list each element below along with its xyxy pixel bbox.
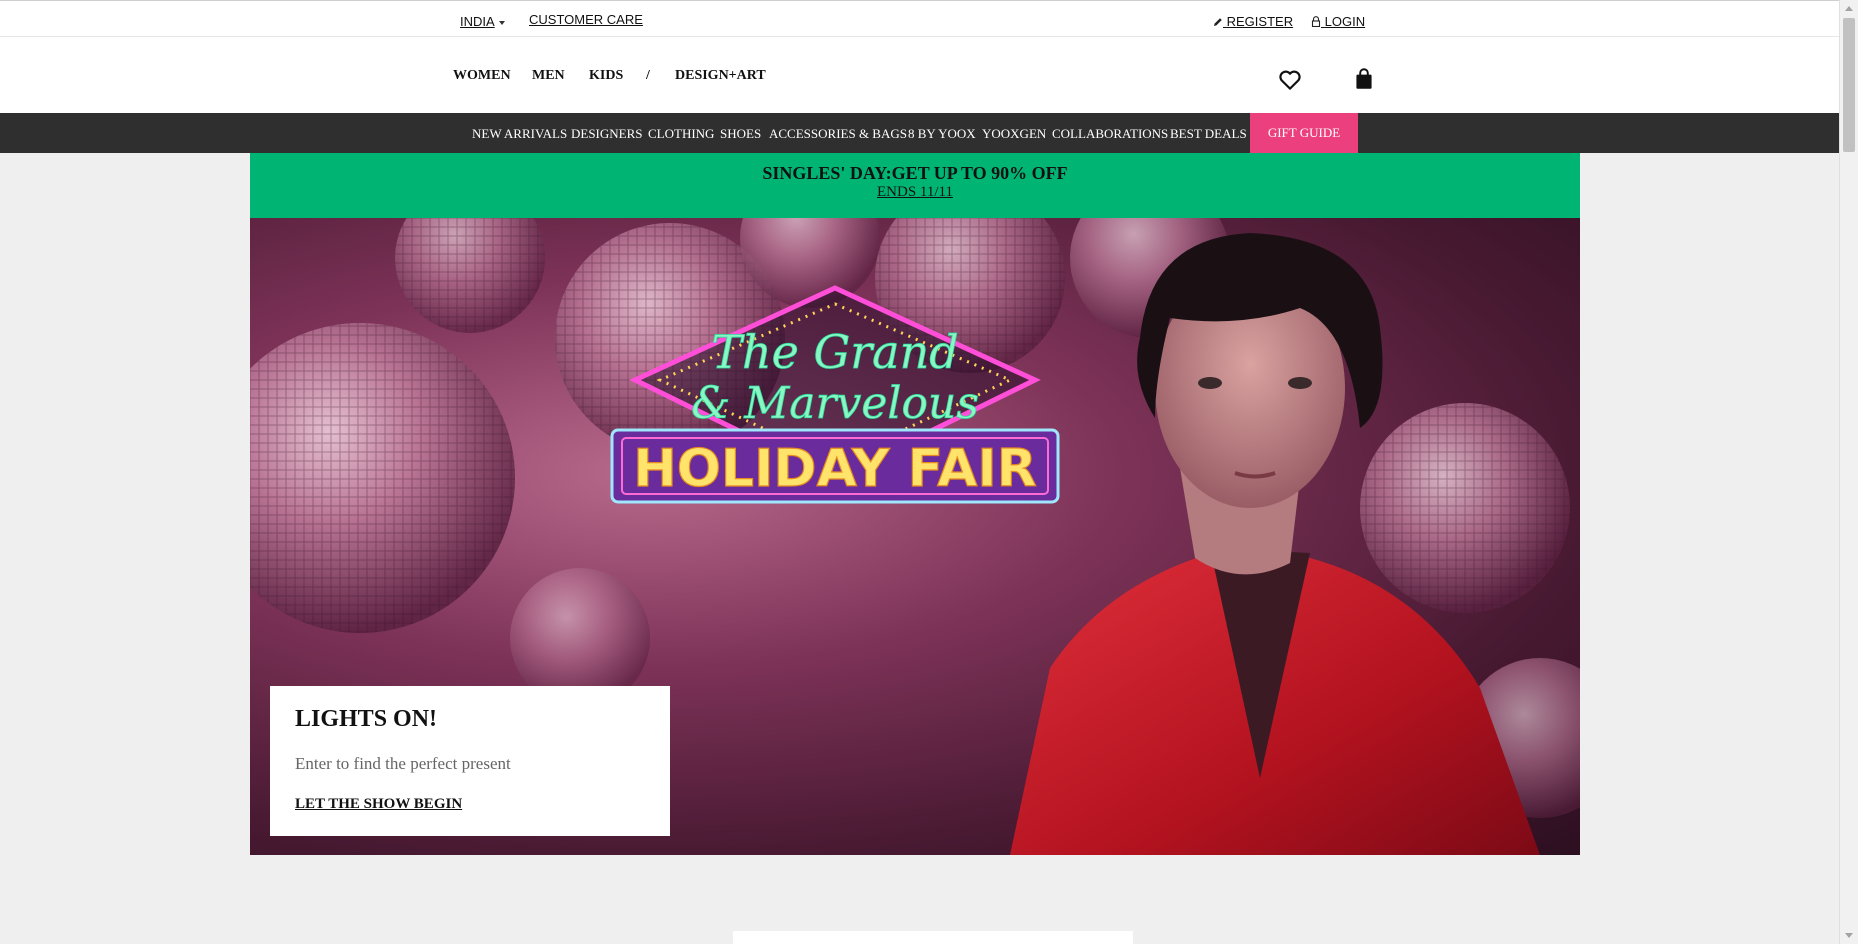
nav-women[interactable]: WOMEN <box>453 68 511 84</box>
next-section-card <box>733 931 1133 944</box>
hero-card-link[interactable]: LET THE SHOW BEGIN <box>295 796 462 813</box>
category-accessories-bags[interactable]: ACCESSORIES & BAGS <box>769 126 907 142</box>
category-yooxgen[interactable]: YOOXGEN <box>982 126 1046 142</box>
utility-bar: INDIA CUSTOMER CARE REGISTER LOGIN <box>0 0 1839 37</box>
nav-separator: / <box>646 68 650 83</box>
category-bar: NEW ARRIVALS DESIGNERS CLOTHING SHOES AC… <box>0 113 1839 153</box>
sign-script-line2: & Marvelous <box>691 378 979 429</box>
pencil-icon <box>1214 18 1222 26</box>
shopping-bag-icon[interactable] <box>1351 66 1377 92</box>
nav-kids[interactable]: KIDS <box>589 68 623 84</box>
customer-care-link[interactable]: CUSTOMER CARE <box>529 12 643 27</box>
nav-men[interactable]: MEN <box>532 68 565 84</box>
category-collaborations[interactable]: COLLABORATIONS <box>1052 126 1168 142</box>
category-clothing[interactable]: CLOTHING <box>648 126 714 142</box>
register-link[interactable]: REGISTER <box>1213 14 1293 29</box>
promo-title: SINGLES' DAY:GET UP TO 90% OFF <box>762 163 1068 183</box>
category-shoes[interactable]: SHOES <box>720 126 761 142</box>
heart-icon[interactable] <box>1277 67 1303 93</box>
category-designers[interactable]: DESIGNERS <box>571 126 643 142</box>
sign-script-line1: The Grand <box>711 325 958 379</box>
hero-card-heading: LIGHTS ON! <box>295 706 438 732</box>
hero-card: LIGHTS ON! Enter to find the perfect pre… <box>270 686 670 836</box>
scrollbar-thumb[interactable] <box>1843 18 1855 152</box>
gift-guide-tab[interactable]: GIFT GUIDE <box>1250 113 1358 153</box>
promo-ends-link[interactable]: ENDS 11/11 <box>250 184 1580 201</box>
scroll-down-icon[interactable] <box>1845 933 1853 938</box>
category-best-deals[interactable]: BEST DEALS <box>1170 126 1247 142</box>
hero-banner[interactable]: The Grand & Marvelous HOLIDAY FAIR LIGHT… <box>250 218 1580 855</box>
lock-icon <box>1311 16 1321 28</box>
category-new-arrivals[interactable]: NEW ARRIVALS <box>472 126 567 142</box>
country-selector[interactable]: INDIA <box>460 14 505 29</box>
country-label: INDIA <box>460 14 495 29</box>
page-scrollbar[interactable] <box>1839 0 1858 944</box>
nav-design-art[interactable]: DESIGN+ART <box>675 68 766 84</box>
hero-card-text: Enter to find the perfect present <box>295 754 511 773</box>
login-link[interactable]: LOGIN <box>1311 14 1365 29</box>
login-label: LOGIN <box>1324 14 1366 29</box>
scroll-up-icon[interactable] <box>1845 6 1853 11</box>
gift-guide-label: GIFT GUIDE <box>1267 125 1341 140</box>
caret-down-icon <box>498 20 505 25</box>
category-8-by-yoox[interactable]: 8 BY YOOX <box>908 126 976 142</box>
main-header: WOMEN MEN KIDS / DESIGN+ART <box>0 37 1839 113</box>
sign-title: HOLIDAY FAIR <box>633 439 1037 499</box>
promo-banner[interactable]: SINGLES' DAY:GET UP TO 90% OFF ENDS 11/1… <box>250 153 1580 218</box>
register-label: REGISTER <box>1226 14 1294 29</box>
